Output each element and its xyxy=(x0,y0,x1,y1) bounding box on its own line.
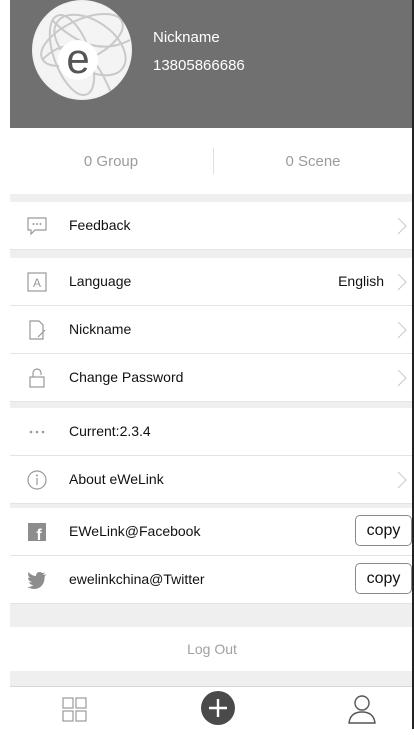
settings-screen: e Nickname 13805866686 0 Group 0 Scene F… xyxy=(10,0,414,730)
info-icon xyxy=(27,470,47,490)
stats-bar: 0 Group 0 Scene xyxy=(10,128,414,194)
menu-item-facebook: f EWeLink@Facebook copy xyxy=(10,508,414,556)
facebook-icon: f xyxy=(28,523,46,543)
nickname-label: Nickname xyxy=(69,321,132,337)
svg-text:A: A xyxy=(33,276,41,290)
change-password-label: Change Password xyxy=(69,369,184,385)
about-label: About eWeLink xyxy=(69,471,164,487)
menu-item-change-password[interactable]: Change Password xyxy=(10,354,414,402)
chevron-right-icon xyxy=(397,471,407,489)
twitter-icon xyxy=(27,572,46,589)
section-separator xyxy=(10,194,414,202)
menu-item-version: Current:2.3.4 xyxy=(10,408,414,456)
profile-header: e Nickname 13805866686 xyxy=(10,0,414,128)
avatar[interactable]: e xyxy=(32,0,132,100)
version-label: Current:2.3.4 xyxy=(69,423,151,439)
menu-item-nickname[interactable]: Nickname xyxy=(10,306,414,354)
menu-item-about[interactable]: About eWeLink xyxy=(10,456,414,504)
language-icon: A xyxy=(27,272,47,292)
chevron-right-icon xyxy=(397,321,407,339)
group-count[interactable]: 0 Group xyxy=(10,153,212,170)
language-value: English xyxy=(338,273,384,289)
section-separator xyxy=(10,250,414,258)
lock-icon xyxy=(29,368,45,388)
chevron-right-icon xyxy=(397,217,407,235)
scene-count[interactable]: 0 Scene xyxy=(212,153,414,170)
tab-add[interactable] xyxy=(188,687,248,730)
copy-facebook-button[interactable]: copy xyxy=(355,515,412,546)
facebook-label: EWeLink@Facebook xyxy=(69,523,201,539)
chevron-right-icon xyxy=(397,369,407,387)
nickname-icon xyxy=(29,320,46,340)
logout-button[interactable]: Log Out xyxy=(10,627,414,671)
bottom-tab-bar xyxy=(10,686,414,730)
menu-item-language[interactable]: A Language English xyxy=(10,258,414,306)
svg-text:f: f xyxy=(36,527,42,543)
copy-twitter-button[interactable]: copy xyxy=(355,563,412,594)
avatar-logo: e xyxy=(34,2,131,98)
language-label: Language xyxy=(69,273,132,289)
user-nickname: Nickname xyxy=(153,29,220,46)
user-phone: 13805866686 xyxy=(153,57,245,74)
tab-profile[interactable] xyxy=(332,687,392,730)
dots-icon xyxy=(29,430,45,434)
twitter-label: ewelinkchina@Twitter xyxy=(69,571,205,587)
profile-icon xyxy=(348,695,376,724)
chevron-right-icon xyxy=(397,273,407,291)
stats-divider xyxy=(213,148,214,174)
menu-item-feedback[interactable]: Feedback xyxy=(10,202,414,250)
feedback-label: Feedback xyxy=(69,217,131,233)
tab-devices[interactable] xyxy=(45,687,105,730)
feedback-icon xyxy=(27,217,47,236)
grid-icon xyxy=(62,697,87,722)
add-icon xyxy=(201,691,235,725)
section-separator xyxy=(10,604,414,627)
svg-text:e: e xyxy=(66,35,89,82)
menu-item-twitter: ewelinkchina@Twitter copy xyxy=(10,556,414,604)
section-separator xyxy=(10,671,414,686)
